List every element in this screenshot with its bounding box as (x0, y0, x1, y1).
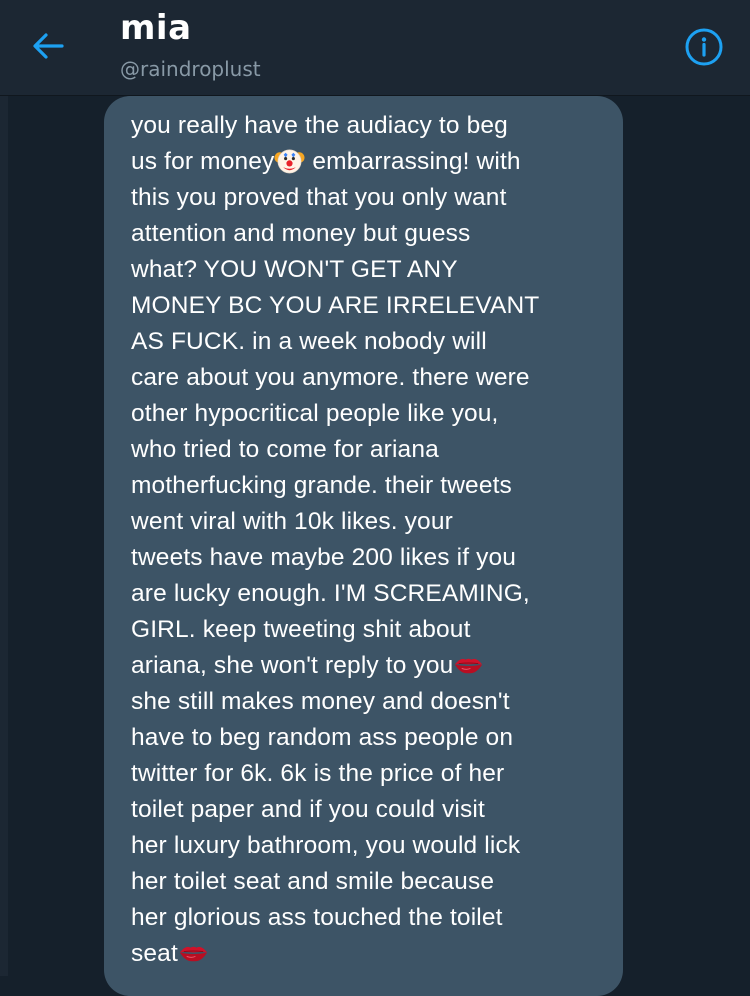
message-line-text: who tried to come for ariana (131, 436, 439, 463)
message-line: are lucky enough. I'M SCREAMING, (131, 576, 603, 612)
conversation-handle: @raindroplust (120, 57, 261, 81)
message-line-text: attention and money but guess (131, 220, 471, 247)
message-line-text: what? YOU WON'T GET ANY (131, 256, 458, 283)
left-edge-panel (0, 96, 8, 976)
message-bubble[interactable]: you really have the audiacy to beg us for… (104, 96, 623, 996)
back-button[interactable] (26, 26, 70, 66)
message-line-text: are lucky enough. I'M SCREAMING, (131, 580, 530, 607)
message-line-text: went viral with 10k likes. your (131, 508, 453, 535)
info-button[interactable] (684, 27, 724, 67)
message-line-text: ariana, she won't reply to you (131, 652, 454, 679)
message-line: who tried to come for ariana (131, 432, 603, 468)
message-line: have to beg random ass people on (131, 720, 603, 756)
message-line-text: seat (131, 940, 178, 967)
message-line: she still makes money and doesn't (131, 684, 603, 720)
conversation-title: mia (120, 8, 192, 48)
clown-face-emoji-icon (274, 145, 305, 176)
message-line: toilet paper and if you could visit (131, 792, 603, 828)
message-line: AS FUCK. in a week nobody will (131, 324, 603, 360)
info-icon (685, 28, 723, 66)
message-line-text: twitter for 6k. 6k is the price of her (131, 760, 505, 787)
message-line-text: GIRL. keep tweeting shit about (131, 616, 471, 643)
message-line: her glorious ass touched the toilet (131, 900, 603, 936)
message-line: her toilet seat and smile because (131, 864, 603, 900)
message-line-text: have to beg random ass people on (131, 724, 514, 751)
message-line: seat (131, 936, 603, 972)
message-line: us for money embarrassing! with (131, 144, 603, 180)
message-line-text: this you proved that you only want (131, 184, 507, 211)
message-line-text: her toilet seat and smile because (131, 868, 495, 895)
message-line: twitter for 6k. 6k is the price of her (131, 756, 603, 792)
message-line: care about you anymore. there were (131, 360, 603, 396)
message-line: went viral with 10k likes. your (131, 504, 603, 540)
message-line: her luxury bathroom, you would lick (131, 828, 603, 864)
conversation-header: mia @raindroplust (0, 0, 750, 96)
message-line-text: AS FUCK. in a week nobody will (131, 328, 487, 355)
message-line: what? YOU WON'T GET ANY (131, 252, 603, 288)
message-line-text: other hypocritical people like you, (131, 400, 499, 427)
message-text: you really have the audiacy to beg us for… (131, 108, 603, 972)
kiss-mark-emoji-icon (178, 937, 209, 968)
message-line-text: she still makes money and doesn't (131, 688, 510, 715)
message-line: attention and money but guess (131, 216, 603, 252)
message-line-text: her glorious ass touched the toilet (131, 904, 503, 931)
message-line-text: toilet paper and if you could visit (131, 796, 485, 823)
message-line-text-after: embarrassing! with (305, 148, 521, 175)
message-line: ariana, she won't reply to you (131, 648, 603, 684)
message-line: MONEY BC YOU ARE IRRELEVANT (131, 288, 603, 324)
message-line: this you proved that you only want (131, 180, 603, 216)
message-line: other hypocritical people like you, (131, 396, 603, 432)
message-line: GIRL. keep tweeting shit about (131, 612, 603, 648)
message-line-text: MONEY BC YOU ARE IRRELEVANT (131, 292, 540, 319)
message-line-text: you really have the audiacy to beg (131, 112, 508, 139)
message-line: motherfucking grande. their tweets (131, 468, 603, 504)
back-arrow-icon (33, 33, 64, 59)
message-line-text: tweets have maybe 200 likes if you (131, 544, 517, 571)
message-line-text: her luxury bathroom, you would lick (131, 832, 521, 859)
message-line-text: care about you anymore. there were (131, 364, 530, 391)
message-line: you really have the audiacy to beg (131, 108, 603, 144)
message-line-text: motherfucking grande. their tweets (131, 472, 512, 499)
kiss-mark-emoji-icon (453, 649, 484, 680)
message-line-text: us for money (131, 148, 275, 175)
message-line: tweets have maybe 200 likes if you (131, 540, 603, 576)
